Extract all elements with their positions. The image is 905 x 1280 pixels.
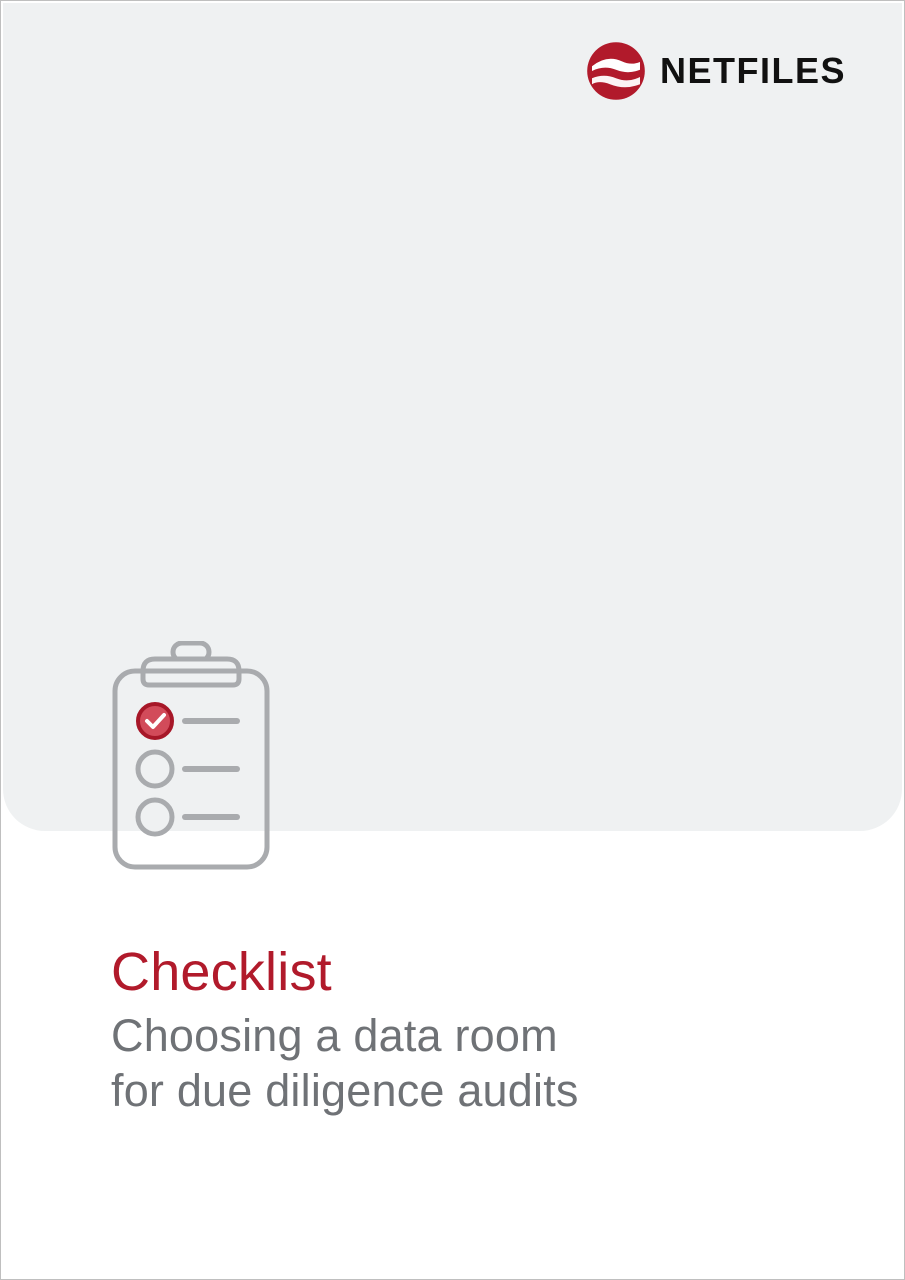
cover-subtitle-line-1: Choosing a data room (111, 1010, 558, 1061)
brand-name: NETFILES (660, 50, 846, 92)
checklist-clipboard-icon (111, 641, 271, 871)
document-cover-page: NETFILES Checklist Choosing a data room (0, 0, 905, 1280)
cover-subtitle: Choosing a data room for due diligence a… (111, 1009, 844, 1119)
cover-subtitle-line-2: for due diligence audits (111, 1065, 579, 1116)
cover-title-block: Checklist Choosing a data room for due d… (111, 941, 844, 1119)
netfiles-logo-icon (586, 41, 646, 101)
cover-title: Checklist (111, 941, 844, 1003)
brand-logo: NETFILES (586, 41, 846, 101)
